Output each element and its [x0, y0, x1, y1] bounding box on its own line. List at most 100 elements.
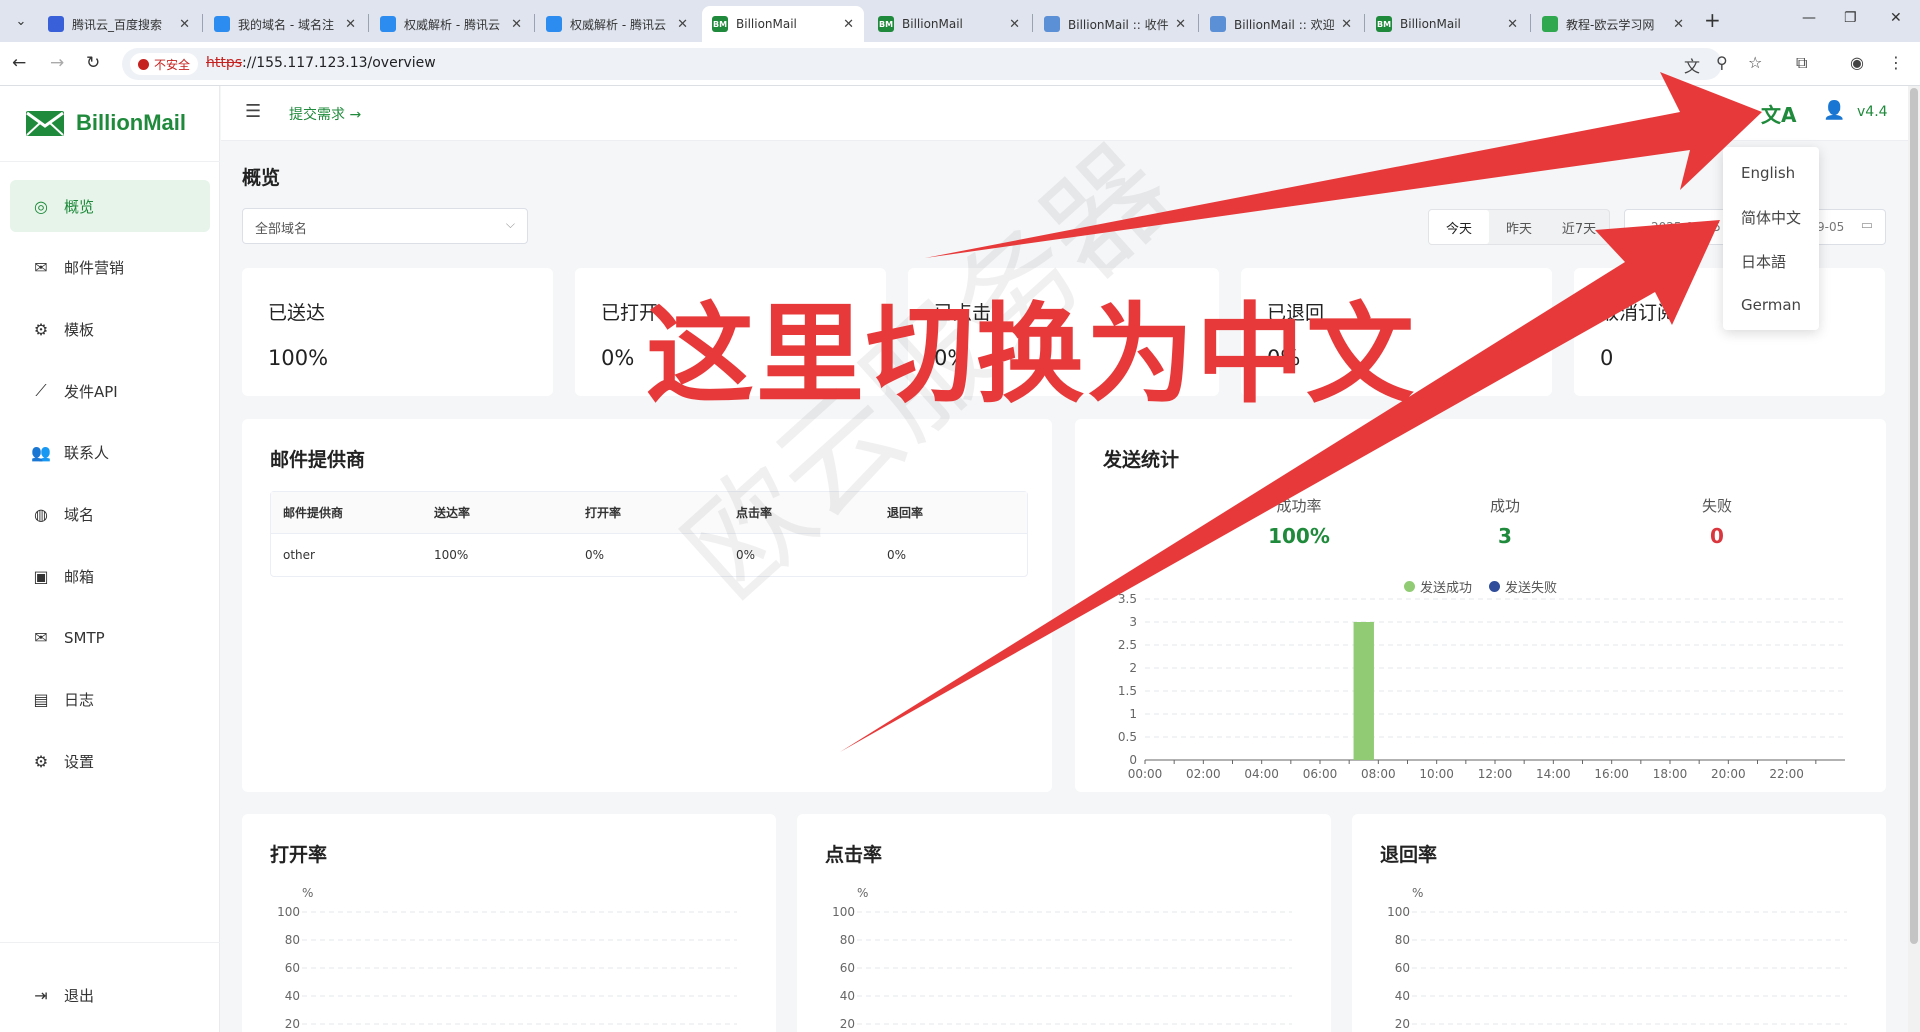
- table-cell: 0%: [887, 548, 907, 562]
- minimize-button[interactable]: —: [1802, 10, 1816, 26]
- logout-button[interactable]: ⇥ 退出: [10, 969, 210, 1021]
- y-tick-label: 1: [1129, 707, 1137, 721]
- language-option[interactable]: 简体中文: [1741, 207, 1801, 228]
- close-tab-icon[interactable]: ✕: [677, 17, 688, 32]
- browser-tab[interactable]: BillionMail :: 欢迎 ✕: [1200, 6, 1362, 42]
- range-tab[interactable]: 今天: [1429, 210, 1489, 244]
- close-tab-icon[interactable]: ✕: [1673, 17, 1684, 32]
- language-option[interactable]: German: [1741, 296, 1801, 314]
- x-tick-label: 02:00: [1186, 767, 1221, 781]
- browser-tab[interactable]: BM BillionMail ✕: [868, 6, 1030, 42]
- top-header: ☰ 提交需求 → 文A 👤 v4.4: [221, 86, 1908, 141]
- sidebar-item[interactable]: ⚙ 设置: [10, 735, 210, 787]
- close-tab-icon[interactable]: ✕: [843, 17, 854, 32]
- sidebar-item[interactable]: ◎ 概览: [10, 180, 210, 232]
- x-tick-label: 20:00: [1711, 767, 1746, 781]
- summary-value: 0: [1710, 524, 1724, 548]
- bookmark-star-icon[interactable]: ☆: [1748, 53, 1762, 72]
- browser-tab[interactable]: BM BillionMail ✕: [1366, 6, 1528, 42]
- translate-icon[interactable]: 文: [1684, 53, 1700, 77]
- close-tab-icon[interactable]: ✕: [1507, 17, 1518, 32]
- range-tab[interactable]: 近7天: [1549, 210, 1609, 244]
- y-tick-label: 20: [840, 1017, 855, 1031]
- close-tab-icon[interactable]: ✕: [1009, 17, 1020, 32]
- browser-tab[interactable]: 我的域名 - 域名注 ✕: [204, 6, 366, 42]
- sidebar-item-label: 设置: [64, 752, 95, 771]
- sidebar-item[interactable]: ✉ SMTP: [10, 612, 210, 664]
- provider-table: 邮件提供商 送达率 打开率 点击率 退回率 other 100% 0% 0% 0%: [270, 491, 1028, 577]
- user-icon[interactable]: 👤: [1823, 100, 1845, 121]
- language-option[interactable]: English: [1741, 164, 1795, 182]
- tab-search-button[interactable]: ⌄: [8, 8, 34, 34]
- close-tab-icon[interactable]: ✕: [1175, 17, 1186, 32]
- tab-separator: [368, 14, 369, 32]
- language-option[interactable]: 日本語: [1741, 251, 1786, 272]
- scroll-thumb[interactable]: [1910, 88, 1918, 944]
- close-tab-icon[interactable]: ✕: [511, 17, 522, 32]
- sidebar-item[interactable]: ⚙ 模板: [10, 303, 210, 355]
- forward-button[interactable]: →: [50, 53, 64, 73]
- submit-request-link[interactable]: 提交需求 →: [289, 104, 361, 124]
- browser-tab[interactable]: 权威解析 - 腾讯云 ✕: [536, 6, 698, 42]
- close-tab-icon[interactable]: ✕: [345, 17, 356, 32]
- y-tick-label: 100: [1387, 905, 1410, 919]
- date-range-tabs: 今天 昨天 近7天: [1428, 209, 1610, 245]
- sidebar-item[interactable]: ▤ 日志: [10, 674, 210, 726]
- browser-tab[interactable]: 权威解析 - 腾讯云 ✕: [370, 6, 532, 42]
- range-tab[interactable]: 昨天: [1489, 210, 1549, 244]
- address-bar[interactable]: 不安全 https://155.117.123.13/overview: [122, 48, 1722, 80]
- new-tab-button[interactable]: +: [1704, 8, 1721, 32]
- browser-toolbar: ← → ↻ 不安全 https://155.117.123.13/overvie…: [0, 42, 1920, 86]
- tab-favicon-icon: [214, 16, 230, 32]
- browser-tab[interactable]: BillionMail :: 收件 ✕: [1034, 6, 1196, 42]
- back-button[interactable]: ←: [12, 53, 26, 73]
- brand-logo[interactable]: BillionMail: [24, 108, 186, 138]
- restore-button[interactable]: ❐: [1844, 10, 1857, 26]
- sidebar-item[interactable]: ▣ 邮箱: [10, 550, 210, 602]
- column-header: 退回率: [887, 506, 924, 520]
- sidebar-item[interactable]: ✉ 邮件营销: [10, 242, 210, 294]
- sidebar-item[interactable]: ⟋ 发件API: [10, 365, 210, 417]
- browser-tab[interactable]: 腾讯云_百度搜索 ✕: [38, 6, 200, 42]
- warning-icon: [138, 58, 149, 70]
- send-stats-title: 发送统计: [1103, 449, 1180, 471]
- domain-select[interactable]: 全部域名 ⌵: [242, 208, 528, 244]
- summary-label: 失败: [1701, 497, 1732, 515]
- y-tick-label: 0: [1129, 753, 1137, 767]
- sidebar-item[interactable]: ◍ 域名: [10, 489, 210, 541]
- language-icon[interactable]: 文A: [1761, 99, 1796, 128]
- chevron-down-icon: ⌵: [505, 217, 515, 231]
- tab-separator: [1530, 14, 1531, 32]
- mailbox-icon: ▣: [33, 566, 49, 586]
- browser-menu-icon[interactable]: ⋮: [1888, 53, 1904, 72]
- tab-favicon-icon: [1044, 16, 1060, 32]
- close-window-button[interactable]: ✕: [1890, 10, 1902, 26]
- sidebar-item[interactable]: 👥 联系人: [10, 427, 210, 479]
- y-tick-label: 100: [832, 905, 855, 919]
- reload-button[interactable]: ↻: [86, 53, 100, 73]
- stat-value: 0: [1600, 346, 1614, 370]
- tab-title: BillionMail: [902, 17, 963, 31]
- tab-separator: [1198, 14, 1199, 32]
- axis-unit: %: [302, 886, 314, 900]
- tab-title: BillionMail :: 欢迎: [1234, 17, 1335, 32]
- sidebar-item-label: 域名: [64, 506, 95, 524]
- sidebar-item-label: 邮箱: [64, 567, 95, 586]
- browser-tab[interactable]: BM BillionMail ✕: [702, 6, 864, 42]
- chart-title: 打开率: [270, 844, 328, 866]
- y-tick-label: 2: [1129, 661, 1137, 675]
- extensions-icon[interactable]: ⧉: [1796, 53, 1807, 73]
- tab-title: BillionMail :: 收件: [1068, 17, 1169, 32]
- browser-tab[interactable]: 教程-欧云学习网 ✕: [1532, 6, 1694, 42]
- provider-card: 邮件提供商 邮件提供商 送达率 打开率 点击率 退回率 other 100% 0% 0% 0%: [242, 419, 1052, 792]
- y-tick-label: 60: [285, 961, 300, 975]
- profile-icon[interactable]: ◉: [1850, 53, 1864, 72]
- rate-chart-card: 点击率% 100 80 60 40 20: [797, 814, 1331, 1032]
- sidebar-item-label: 邮件营销: [64, 259, 125, 278]
- close-tab-icon[interactable]: ✕: [179, 17, 190, 32]
- insecure-badge[interactable]: 不安全: [130, 53, 199, 75]
- collapse-menu-icon[interactable]: ☰: [245, 101, 261, 122]
- zoom-icon[interactable]: ⚲: [1716, 53, 1728, 72]
- close-tab-icon[interactable]: ✕: [1341, 17, 1352, 32]
- page-scrollbar[interactable]: [1908, 86, 1920, 1032]
